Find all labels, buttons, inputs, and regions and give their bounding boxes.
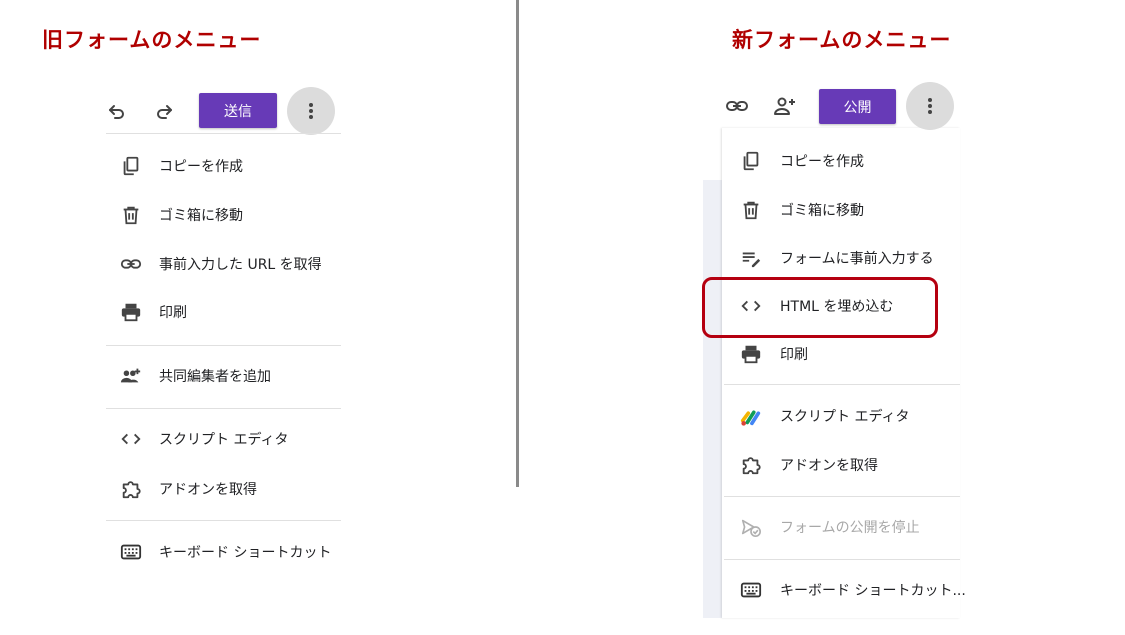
new-menu-item-unpublish: フォームの公開を停止: [724, 507, 960, 547]
new-menu-item-print[interactable]: 印刷: [724, 334, 960, 374]
old-divider-2: [106, 408, 341, 409]
menu-item-label: キーボード ショートカット...: [780, 583, 966, 599]
link-icon: [120, 253, 142, 275]
menu-item-label: スクリプト エディタ: [159, 432, 289, 448]
embed-html-highlight: [702, 277, 938, 338]
undo-icon[interactable]: [105, 99, 129, 123]
old-menu-item-copy[interactable]: コピーを作成: [106, 146, 341, 186]
collaborators-icon: [120, 365, 142, 387]
old-menu-item-script-editor[interactable]: スクリプト エディタ: [106, 419, 341, 459]
keyboard-icon: [120, 541, 142, 563]
new-menu-item-addons[interactable]: アドオンを取得: [724, 445, 960, 485]
new-menu-item-trash[interactable]: ゴミ箱に移動: [724, 190, 960, 230]
more-options-button[interactable]: [906, 82, 954, 130]
menu-item-label: アドオンを取得: [780, 458, 878, 474]
prefill-icon: [740, 247, 762, 269]
print-icon: [120, 301, 142, 323]
new-menu-item-copy[interactable]: コピーを作成: [724, 141, 960, 181]
send-button[interactable]: 送信: [199, 93, 277, 128]
menu-item-label: ゴミ箱に移動: [159, 208, 243, 224]
menu-item-label: フォームに事前入力する: [780, 251, 934, 267]
code-icon: [120, 428, 142, 450]
print-icon: [740, 343, 762, 365]
new-divider-3: [724, 559, 960, 560]
new-form-background-strip: [703, 180, 722, 618]
menu-item-label: 印刷: [159, 305, 187, 321]
puzzle-icon: [120, 478, 142, 500]
unpublish-icon: [740, 516, 762, 538]
trash-icon: [740, 199, 762, 221]
center-divider: [516, 0, 519, 487]
menu-item-label: 印刷: [780, 347, 808, 363]
old-menu-item-collaborators[interactable]: 共同編集者を追加: [106, 356, 341, 396]
menu-item-label: 共同編集者を追加: [159, 369, 271, 385]
trash-icon: [120, 204, 142, 226]
old-menu-item-addons[interactable]: アドオンを取得: [106, 469, 341, 509]
add-person-icon[interactable]: [773, 94, 797, 118]
old-menu-heading: 旧フォームのメニュー: [42, 28, 262, 52]
apps-script-icon: [740, 405, 762, 427]
menu-item-label: ゴミ箱に移動: [780, 203, 864, 219]
old-divider-3: [106, 520, 341, 521]
new-menu-item-prefill[interactable]: フォームに事前入力する: [724, 238, 960, 278]
old-menu-item-prefill-url[interactable]: 事前入力した URL を取得: [106, 244, 341, 284]
old-menu-item-trash[interactable]: ゴミ箱に移動: [106, 195, 341, 235]
publish-button[interactable]: 公開: [819, 89, 896, 124]
copy-icon: [740, 150, 762, 172]
old-menu-item-print[interactable]: 印刷: [106, 292, 341, 332]
more-vert-icon: [918, 94, 942, 118]
copy-icon: [120, 155, 142, 177]
keyboard-icon: [740, 579, 762, 601]
more-vert-icon: [299, 99, 323, 123]
menu-item-label: コピーを作成: [159, 159, 243, 175]
old-menu-item-keyboard-shortcuts[interactable]: キーボード ショートカット: [106, 532, 341, 572]
more-options-button[interactable]: [287, 87, 335, 135]
menu-item-label: スクリプト エディタ: [780, 409, 910, 425]
menu-item-label: アドオンを取得: [159, 482, 257, 498]
new-menu-heading: 新フォームのメニュー: [732, 28, 952, 52]
menu-item-label: 事前入力した URL を取得: [159, 257, 322, 273]
new-menu-item-script-editor[interactable]: スクリプト エディタ: [724, 396, 960, 436]
new-divider-2: [724, 496, 960, 497]
menu-item-label: フォームの公開を停止: [780, 520, 920, 536]
puzzle-icon: [740, 454, 762, 476]
menu-item-label: キーボード ショートカット: [159, 545, 332, 561]
new-menu-item-keyboard-shortcuts[interactable]: キーボード ショートカット...: [724, 570, 966, 610]
link-icon[interactable]: [725, 94, 749, 118]
new-divider-1: [724, 384, 960, 385]
menu-item-label: コピーを作成: [780, 154, 864, 170]
old-toolbar-divider: [106, 133, 341, 134]
old-divider-1: [106, 345, 341, 346]
redo-icon[interactable]: [152, 99, 176, 123]
